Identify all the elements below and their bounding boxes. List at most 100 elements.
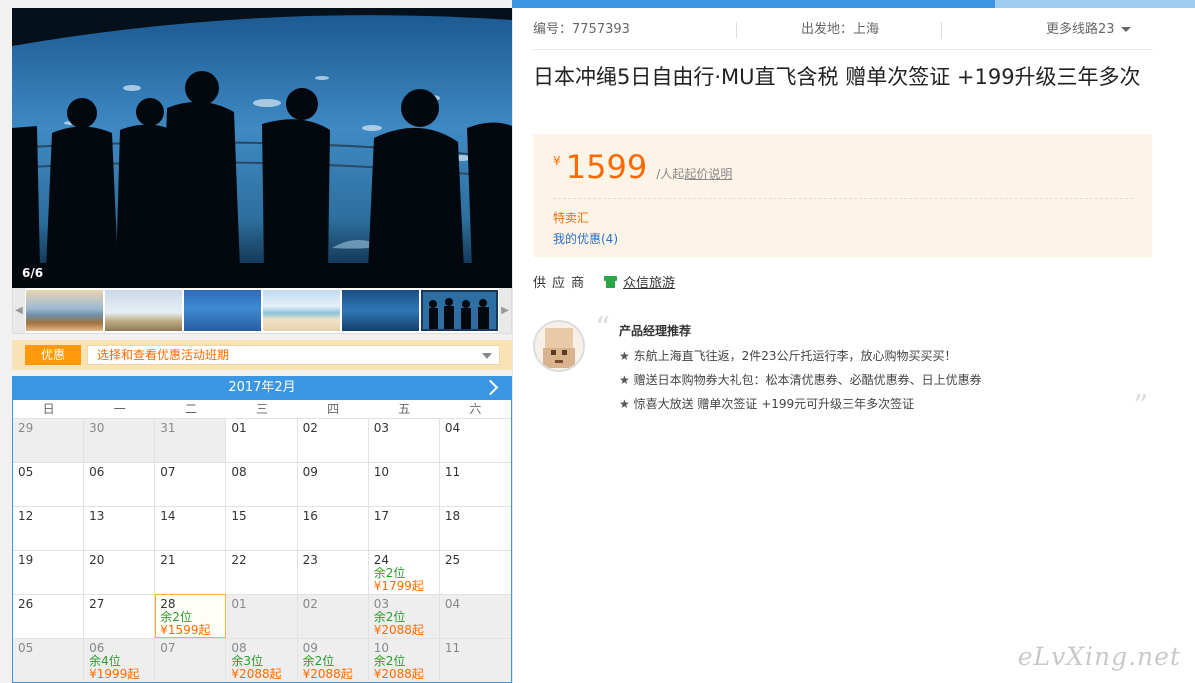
thumb-prev-arrow[interactable]: ◀ [13,288,25,333]
currency-symbol: ¥ [553,154,561,168]
calendar-day-number: 06 [89,465,105,479]
calendar-day[interactable]: 25 [439,550,511,594]
weekday-label: 日 [42,402,55,416]
price-box: ¥ 1599 /人起起价说明 特卖汇 我的优惠(4) [533,134,1152,257]
aquarium-photo [12,8,512,288]
calendar-day[interactable]: 13 [84,506,156,550]
calendar-day[interactable]: 17 [368,506,440,550]
calendar-day-number: 03 [373,421,389,435]
my-coupons-link[interactable]: 我的优惠(4) [553,230,618,247]
price-explain-link[interactable]: 起价说明 [684,167,732,181]
calendar-day[interactable]: 06 [84,462,156,506]
calendar-next-month-chevron-icon[interactable] [483,376,501,400]
chevron-down-icon [482,353,492,359]
product-title: 日本冲绳5日自由行·MU直飞含税 赠单次签证 +199升级三年多次 [533,65,1141,89]
calendar-day-number: 11 [444,641,461,655]
hero-image[interactable]: 6/6 [12,8,512,288]
calendar-day-number: 12 [18,509,34,523]
shop-icon [604,276,618,288]
calendar-day[interactable]: 01 [226,418,298,462]
calendar-day[interactable]: 06 余4位 ¥1999起 [84,638,156,682]
calendar-day[interactable]: 27 [84,594,156,638]
calendar-day-number: 19 [18,553,34,567]
calendar-day-number: 20 [89,553,105,567]
calendar-day[interactable]: 08 [226,462,298,506]
calendar-day[interactable]: 03 [368,418,440,462]
thumbnail-1[interactable] [26,290,103,331]
calendar-day[interactable]: 14 [155,506,227,550]
calendar-day[interactable]: 20 [84,550,156,594]
calendar-day-price: ¥2088起 [302,667,353,681]
manager-point: 东航上海直飞往返，2件23公斤托运行李，放心购物买买买！ [619,344,982,368]
calendar-day[interactable]: 11 [439,462,511,506]
calendar-day-number: 01 [231,597,247,611]
calendar-day[interactable]: 15 [226,506,298,550]
calendar-day[interactable]: 21 [155,550,227,594]
avatar-face-icon [543,328,575,368]
watermark: eLvXing.net [1017,642,1181,671]
supplier-label: 供应商 [533,276,591,291]
calendar-day[interactable]: 24 余2位 ¥1799起 [368,550,440,594]
calendar-day-number: 08 [231,465,247,479]
promo-bar: 优惠 选择和查看优惠活动班期 [12,340,512,370]
calendar-day[interactable]: 10 [368,462,440,506]
more-routes-label: 更多线路23 [1046,22,1115,37]
calendar-day-number: 16 [302,509,318,523]
price-amount: 1599 [565,148,648,186]
manager-title: 产品经理推荐 [619,324,692,338]
calendar-day[interactable]: 12 [13,506,85,550]
calendar-day[interactable]: 19 [13,550,85,594]
manager-point: 惊喜大放送 赠单次签证 +199元可升级三年多次签证 [619,392,982,416]
weekday-label: 二 [184,402,197,416]
calendar-day-price: ¥1599起 [160,623,211,637]
thumbnail-3[interactable] [184,290,261,331]
calendar-day[interactable]: 07 [155,462,227,506]
calendar-day-number: 27 [89,597,105,611]
quote-open-icon: “ [595,311,611,346]
calendar-day[interactable]: 03 余2位 ¥2088起 [368,594,440,638]
calendar-day-number: 01 [231,421,247,435]
calendar-day[interactable]: 22 [226,550,298,594]
calendar-day[interactable]: 05 [13,462,85,506]
calendar-day[interactable]: 08 余3位 ¥2088起 [226,638,298,682]
calendar-day-number: 07 [160,465,176,479]
thumb-next-arrow[interactable]: ▶ [499,288,511,333]
calendar-day[interactable]: 26 [13,594,85,638]
thumbnail-strip: ◀ ▶ [12,288,512,334]
calendar-day: 31 [155,418,227,462]
supplier-name-link[interactable]: 众信旅游 [623,276,675,291]
calendar-day: 07 [155,638,227,682]
calendar-day[interactable]: 23 [297,550,369,594]
calendar-day[interactable]: 09 余2位 ¥2088起 [297,638,369,682]
calendar-day[interactable]: 09 [297,462,369,506]
calendar-header: 2017年2月 [13,376,511,400]
manager-recommendation: “ 产品经理推荐 东航上海直飞往返，2件23公斤托运行李，放心购物买买买！ 赠送… [533,314,1153,430]
product-meta-row: 编号：7757393 出发地：上海 更多线路23 [533,18,1153,50]
calendar-day-number: 02 [302,421,318,435]
avatar [533,320,585,372]
calendar-day-number: 29 [18,421,34,435]
calendar-day-number: 28 [160,597,176,611]
calendar-day[interactable]: 04 [439,418,511,462]
thumbnail-5[interactable] [342,290,419,331]
calendar-day[interactable]: 10 余2位 ¥2088起 [368,638,440,682]
promo-dropdown[interactable]: 选择和查看优惠活动班期 [87,345,500,365]
calendar-day-selected[interactable]: 28 余2位 ¥1599起 [155,594,227,638]
calendar-day[interactable]: 16 [297,506,369,550]
thumbnail-2[interactable] [105,290,182,331]
calendar-day-number: 18 [444,509,461,523]
calendar-day-number: 09 [302,465,318,479]
calendar-weekday-row: 日一二三四五六 [13,400,511,418]
more-routes-dropdown[interactable]: 更多线路23 [1046,18,1131,42]
calendar-day-price: ¥1799起 [373,579,424,593]
calendar-day: 01 [226,594,298,638]
calendar-day[interactable]: 02 [297,418,369,462]
calendar-day-number: 31 [160,421,176,435]
price-unit: /人起 [656,167,685,181]
calendar-day-number: 04 [444,421,461,435]
price-divider [553,198,1133,199]
calendar-day[interactable]: 18 [439,506,511,550]
thumbnail-6-active[interactable] [421,290,498,331]
promo-dropdown-label: 选择和查看优惠活动班期 [97,348,230,362]
thumbnail-4[interactable] [263,290,340,331]
